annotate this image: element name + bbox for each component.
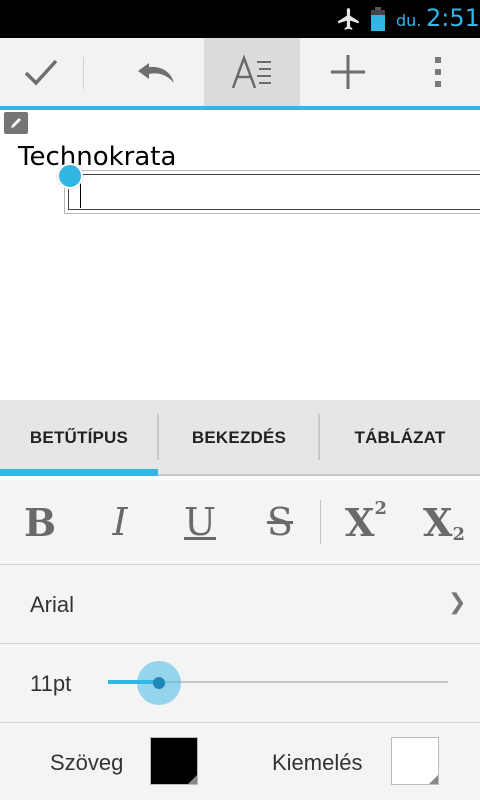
clock-time: 2:51	[426, 4, 480, 32]
text-color-swatch[interactable]	[150, 737, 198, 785]
strikethrough-glyph: S	[266, 500, 294, 544]
pencil-icon	[11, 118, 21, 128]
strikethrough-button[interactable]: S	[240, 480, 320, 564]
text-color-label: Szöveg	[50, 750, 124, 775]
format-divider	[320, 500, 321, 544]
status-bar: du. 2:51	[0, 0, 480, 38]
highlight-color-swatch[interactable]	[391, 737, 439, 785]
format-tabs: BETŰTÍPUS BEKEZDÉS TÁBLÁZAT	[0, 400, 480, 476]
text-format-icon	[231, 54, 271, 89]
insert-button[interactable]	[306, 38, 390, 106]
battery-icon	[371, 7, 385, 31]
undo-button[interactable]	[116, 38, 198, 106]
tab-baseline	[158, 474, 480, 476]
italic-button[interactable]: I	[80, 480, 160, 564]
tab-paragraph[interactable]: BEKEZDÉS	[160, 400, 318, 476]
subscript-button[interactable]: X2	[404, 480, 480, 564]
subscript-glyph: X	[422, 499, 453, 545]
swatch-corner	[188, 775, 197, 784]
highlight-color-label: Kiemelés	[272, 750, 363, 775]
swatch-corner	[429, 775, 438, 784]
table-cell[interactable]	[68, 174, 480, 210]
bold-button[interactable]: B	[0, 480, 80, 564]
italic-glyph: I	[112, 500, 128, 544]
format-buttons-row: B I U S X2 X2	[0, 480, 480, 565]
underline-glyph: U	[183, 500, 217, 544]
action-separator	[83, 57, 84, 89]
superscript-mark: 2	[374, 497, 387, 519]
document-canvas[interactable]: Technokrata	[0, 110, 480, 400]
overflow-menu-icon	[435, 57, 441, 87]
font-size-slider-thumb[interactable]	[153, 677, 165, 689]
text-format-button[interactable]	[204, 38, 300, 106]
font-size-row: 11pt	[0, 644, 480, 723]
superscript-button[interactable]: X2	[326, 480, 406, 564]
done-button[interactable]	[0, 38, 82, 106]
underline-button[interactable]: U	[160, 480, 240, 564]
document-text[interactable]: Technokrata	[18, 142, 176, 172]
airplane-icon	[338, 8, 359, 30]
add-icon	[331, 55, 365, 89]
chevron-right-icon: ❯	[448, 589, 467, 614]
overflow-menu-button[interactable]	[400, 38, 476, 106]
cursor-handle[interactable]	[57, 163, 83, 189]
tab-font[interactable]: BETŰTÍPUS	[0, 400, 158, 476]
action-bar	[0, 38, 480, 110]
bold-glyph: B	[23, 499, 57, 545]
tab-divider	[157, 414, 159, 460]
font-name: Arial	[30, 592, 75, 617]
font-size-label: 11pt	[30, 671, 72, 696]
superscript-glyph: X	[344, 499, 375, 545]
color-row: Szöveg Kiemelés	[0, 723, 480, 800]
tab-table[interactable]: TÁBLÁZAT	[320, 400, 480, 476]
undo-icon	[138, 63, 174, 83]
edit-badge[interactable]	[4, 112, 28, 134]
font-selector-row[interactable]: Arial ❯	[0, 565, 480, 644]
clock-ampm: du.	[396, 11, 422, 30]
subscript-mark: 2	[452, 523, 465, 545]
tab-selected-indicator	[0, 469, 158, 476]
checkmark-icon	[24, 59, 58, 86]
